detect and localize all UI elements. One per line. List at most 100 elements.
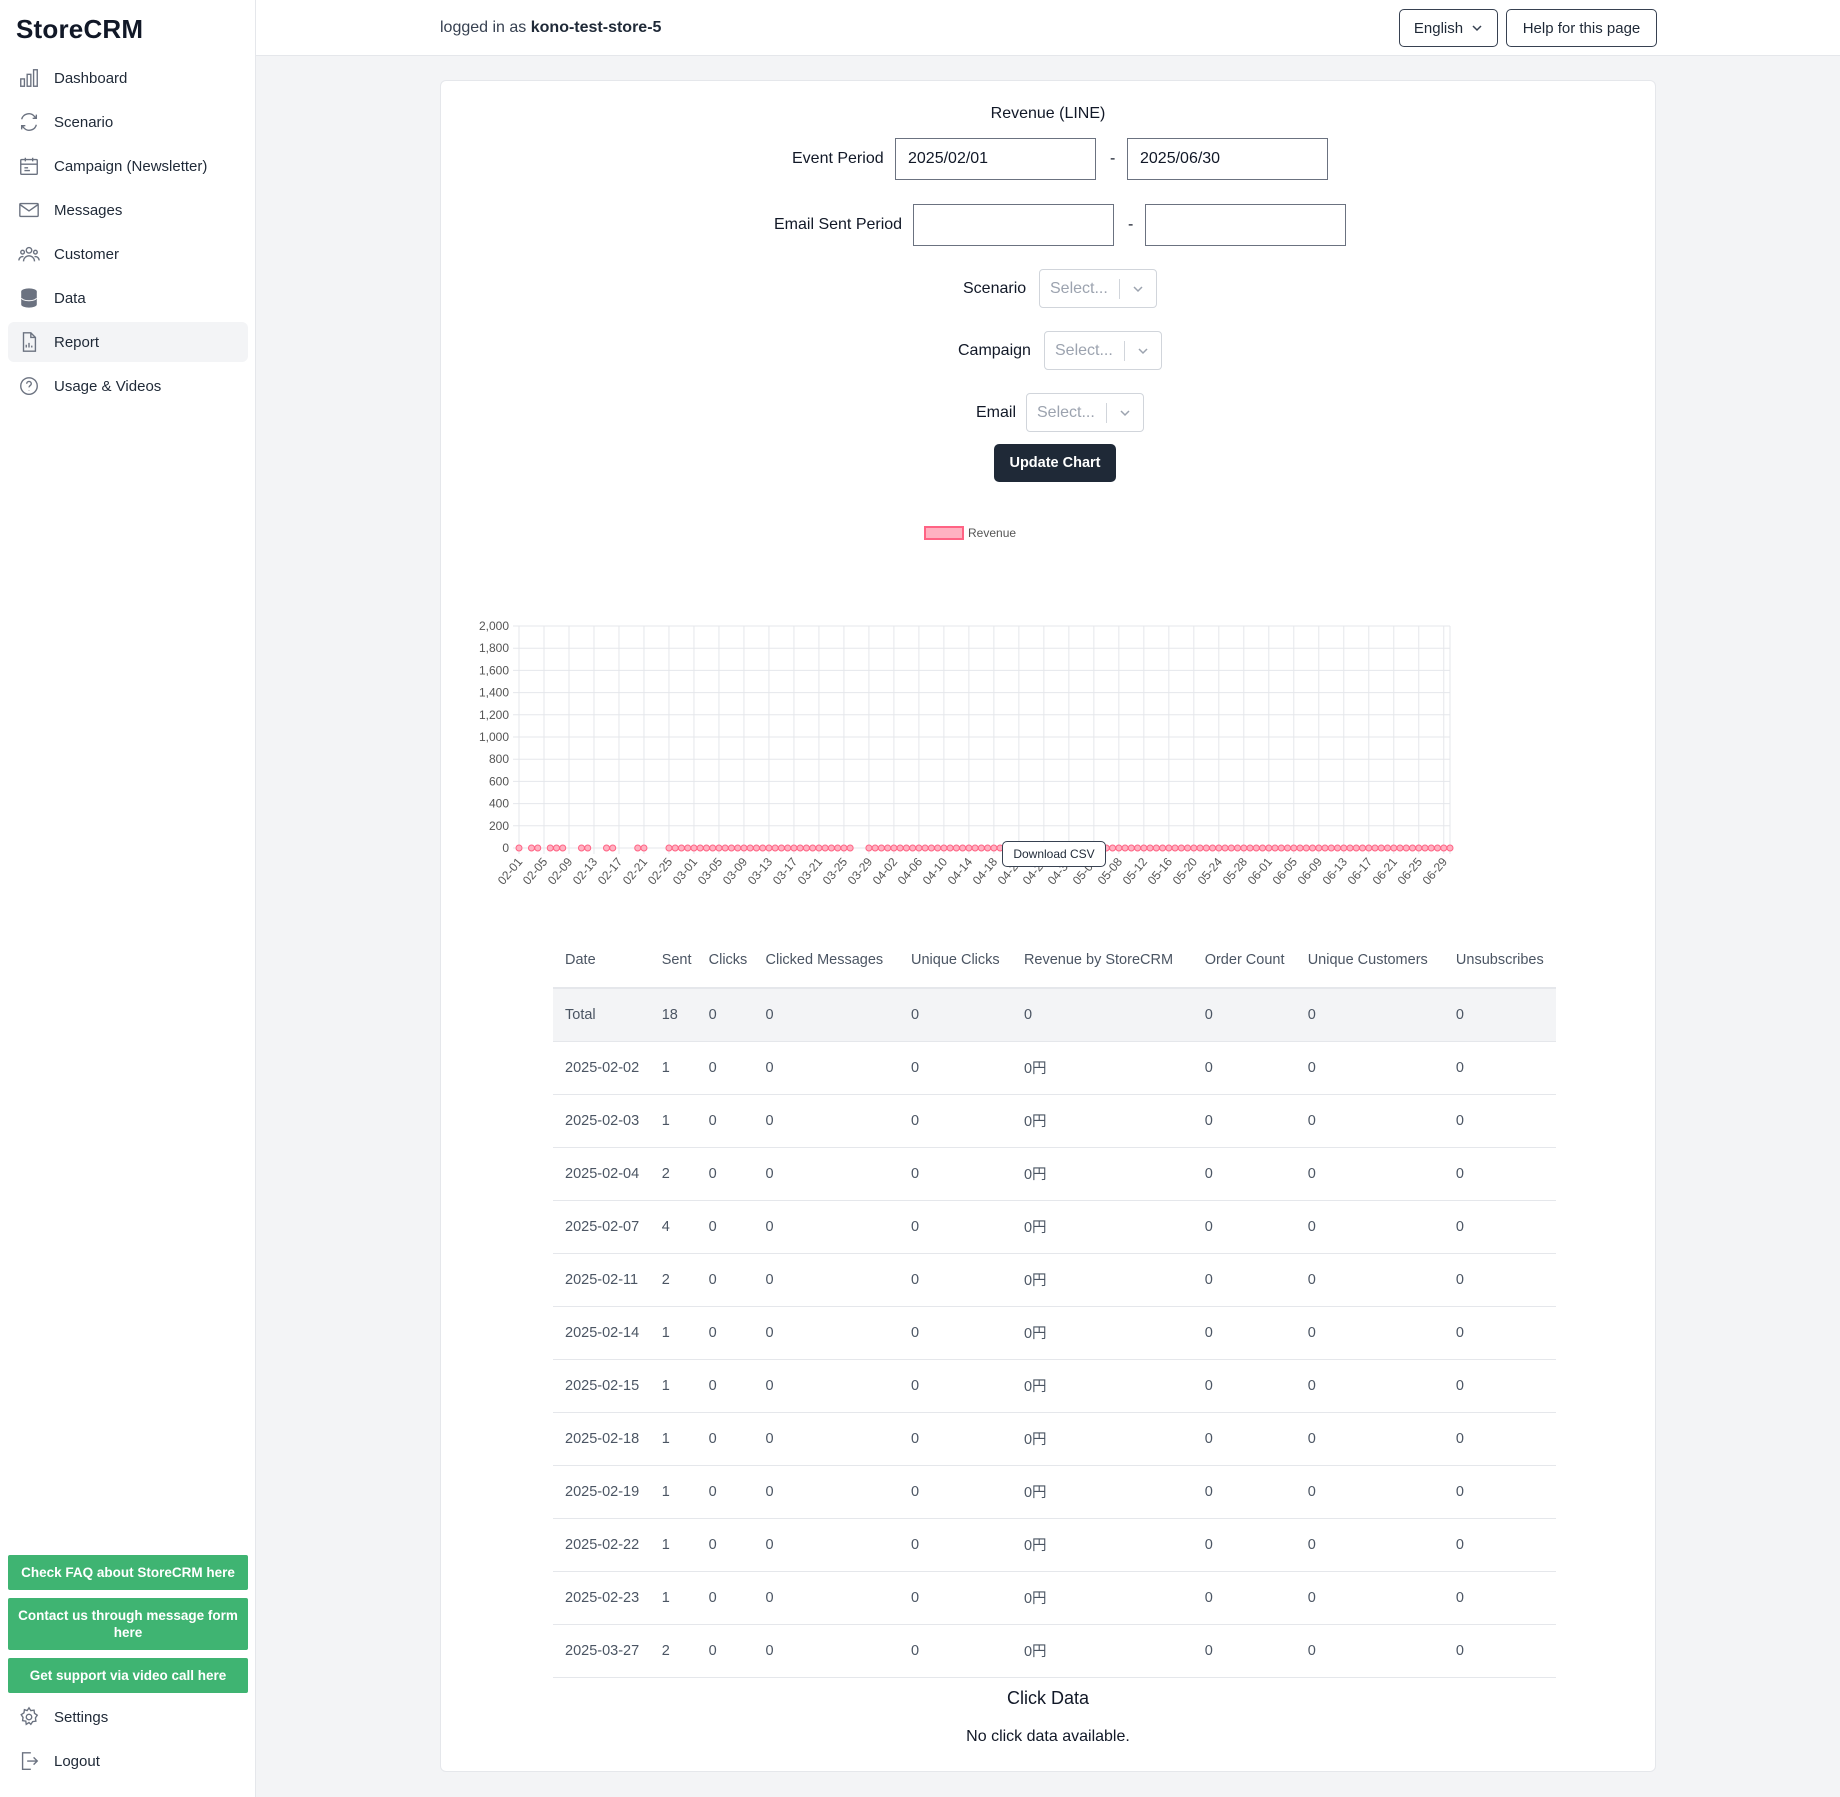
table-cell: 0円 <box>1011 1518 1193 1572</box>
campaign-select[interactable]: Select... <box>1044 331 1162 370</box>
revenue-point <box>515 844 523 852</box>
table-cell: 0円 <box>1011 1306 1193 1360</box>
revenue-point <box>1409 844 1417 852</box>
table-cell: 0 <box>899 1518 1012 1572</box>
chevron-down-icon <box>1107 406 1143 420</box>
sidebar-item-campaign[interactable]: Campaign (Newsletter) <box>8 146 248 186</box>
x-tick-label: 04-06 <box>895 855 926 888</box>
table-cell: 1 <box>649 1571 697 1625</box>
download-csv-button[interactable]: Download CSV <box>1002 841 1106 867</box>
table-row: 2025-02-22 1 0 0 0 0円 0 0 0 <box>553 1518 1556 1572</box>
table-cell: 0 <box>753 1359 899 1413</box>
table-row: 2025-02-15 1 0 0 0 0円 0 0 0 <box>553 1359 1556 1413</box>
table-cell: 0 <box>696 1094 754 1148</box>
y-tick-label: 400 <box>489 797 509 811</box>
sidebar-item-settings[interactable]: Settings <box>8 1697 248 1737</box>
revenue-point <box>1359 844 1367 852</box>
sidebar-item-usage-videos[interactable]: Usage & Videos <box>8 366 248 406</box>
x-tick-label: 04-18 <box>970 855 1001 888</box>
event-end-input[interactable] <box>1127 138 1328 180</box>
revenue-point <box>909 844 917 852</box>
help-button[interactable]: Help for this page <box>1506 9 1657 47</box>
revenue-point <box>634 844 642 852</box>
chevron-down-icon <box>1125 344 1161 358</box>
revenue-point <box>715 844 723 852</box>
revenue-point <box>1190 844 1198 852</box>
email-end-input[interactable] <box>1145 204 1346 246</box>
column-header: Unsubscribes <box>1443 933 1556 989</box>
revenue-point <box>965 844 973 852</box>
table-cell: 0 <box>753 988 899 1042</box>
revenue-point <box>846 844 854 852</box>
table-cell: 0 <box>696 1571 754 1625</box>
revenue-point <box>1302 844 1310 852</box>
revenue-point <box>865 844 873 852</box>
revenue-point <box>815 844 823 852</box>
revenue-point <box>1352 844 1360 852</box>
table-cell: 0 <box>1443 1147 1556 1201</box>
table-cell: 0 <box>1443 1200 1556 1254</box>
table-cell: 0 <box>1192 1412 1296 1466</box>
revenue-point <box>709 844 717 852</box>
table-cell: 0 <box>899 1465 1012 1519</box>
revenue-point <box>1246 844 1254 852</box>
revenue-point <box>665 844 673 852</box>
language-select[interactable]: English <box>1399 9 1498 47</box>
video-call-button[interactable]: Get support via video call here <box>8 1658 248 1693</box>
table-row: 2025-02-11 2 0 0 0 0円 0 0 0 <box>553 1253 1556 1307</box>
faq-button[interactable]: Check FAQ about StoreCRM here <box>8 1555 248 1590</box>
sidebar-item-report[interactable]: Report <box>8 322 248 362</box>
revenue-point <box>1202 844 1210 852</box>
campaign-label: Campaign <box>958 342 1031 359</box>
sidebar-item-customer[interactable]: Customer <box>8 234 248 274</box>
contact-form-button[interactable]: Contact us through message form here <box>8 1598 248 1650</box>
report-card: Revenue (LINE) Event Period - Email Sent… <box>440 80 1656 1772</box>
sidebar-item-data[interactable]: Data <box>8 278 248 318</box>
sidebar-item-label: Customer <box>54 245 120 263</box>
table-cell: 0 <box>1192 1041 1296 1095</box>
refresh-icon <box>20 113 38 131</box>
revenue-point <box>765 844 773 852</box>
revenue-point <box>552 844 560 852</box>
revenue-point <box>696 844 704 852</box>
revenue-point <box>1196 844 1204 852</box>
sidebar-item-messages[interactable]: Messages <box>8 190 248 230</box>
campaign-placeholder: Select... <box>1055 341 1113 359</box>
sidebar: StoreCRM Dashboard Scenario Campaign (Ne… <box>0 0 256 1797</box>
table-row: 2025-03-27 2 0 0 0 0円 0 0 0 <box>553 1624 1556 1678</box>
revenue-point <box>977 844 985 852</box>
scenario-placeholder: Select... <box>1050 279 1108 297</box>
table-cell: 0 <box>1192 1465 1296 1519</box>
revenue-point <box>1440 844 1448 852</box>
event-start-input[interactable] <box>895 138 1096 180</box>
x-tick-label: 04-02 <box>870 855 901 888</box>
revenue-point <box>1290 844 1298 852</box>
email-start-input[interactable] <box>913 204 1114 246</box>
table-cell: 2025-02-11 <box>553 1253 650 1307</box>
sidebar-item-dashboard[interactable]: Dashboard <box>8 58 248 98</box>
legend-label: Revenue <box>968 526 1016 540</box>
users-icon <box>18 246 40 262</box>
x-tick-label: 06-05 <box>1270 855 1301 888</box>
table-cell: 2025-02-14 <box>553 1306 650 1360</box>
email-select[interactable]: Select... <box>1026 393 1144 432</box>
revenue-point <box>1209 844 1217 852</box>
revenue-point <box>602 844 610 852</box>
sidebar-item-logout[interactable]: Logout <box>8 1741 248 1781</box>
update-chart-button[interactable]: Update Chart <box>994 444 1116 482</box>
table-cell: 0 <box>1295 1624 1444 1678</box>
revenue-point <box>790 844 798 852</box>
sidebar-item-label: Data <box>54 289 86 307</box>
revenue-point <box>796 844 804 852</box>
x-tick-label: 02-25 <box>645 855 676 888</box>
table-cell: 0 <box>1443 1253 1556 1307</box>
y-tick-label: 0 <box>502 841 509 855</box>
scenario-label: Scenario <box>963 280 1027 297</box>
revenue-point <box>1240 844 1248 852</box>
sidebar-item-scenario[interactable]: Scenario <box>8 102 248 142</box>
app-logo[interactable]: StoreCRM <box>16 14 143 45</box>
table-cell: 0円 <box>1011 1094 1193 1148</box>
scenario-select[interactable]: Select... <box>1039 269 1157 308</box>
table-cell: 0 <box>696 1147 754 1201</box>
table-cell: 0 <box>1295 1253 1444 1307</box>
